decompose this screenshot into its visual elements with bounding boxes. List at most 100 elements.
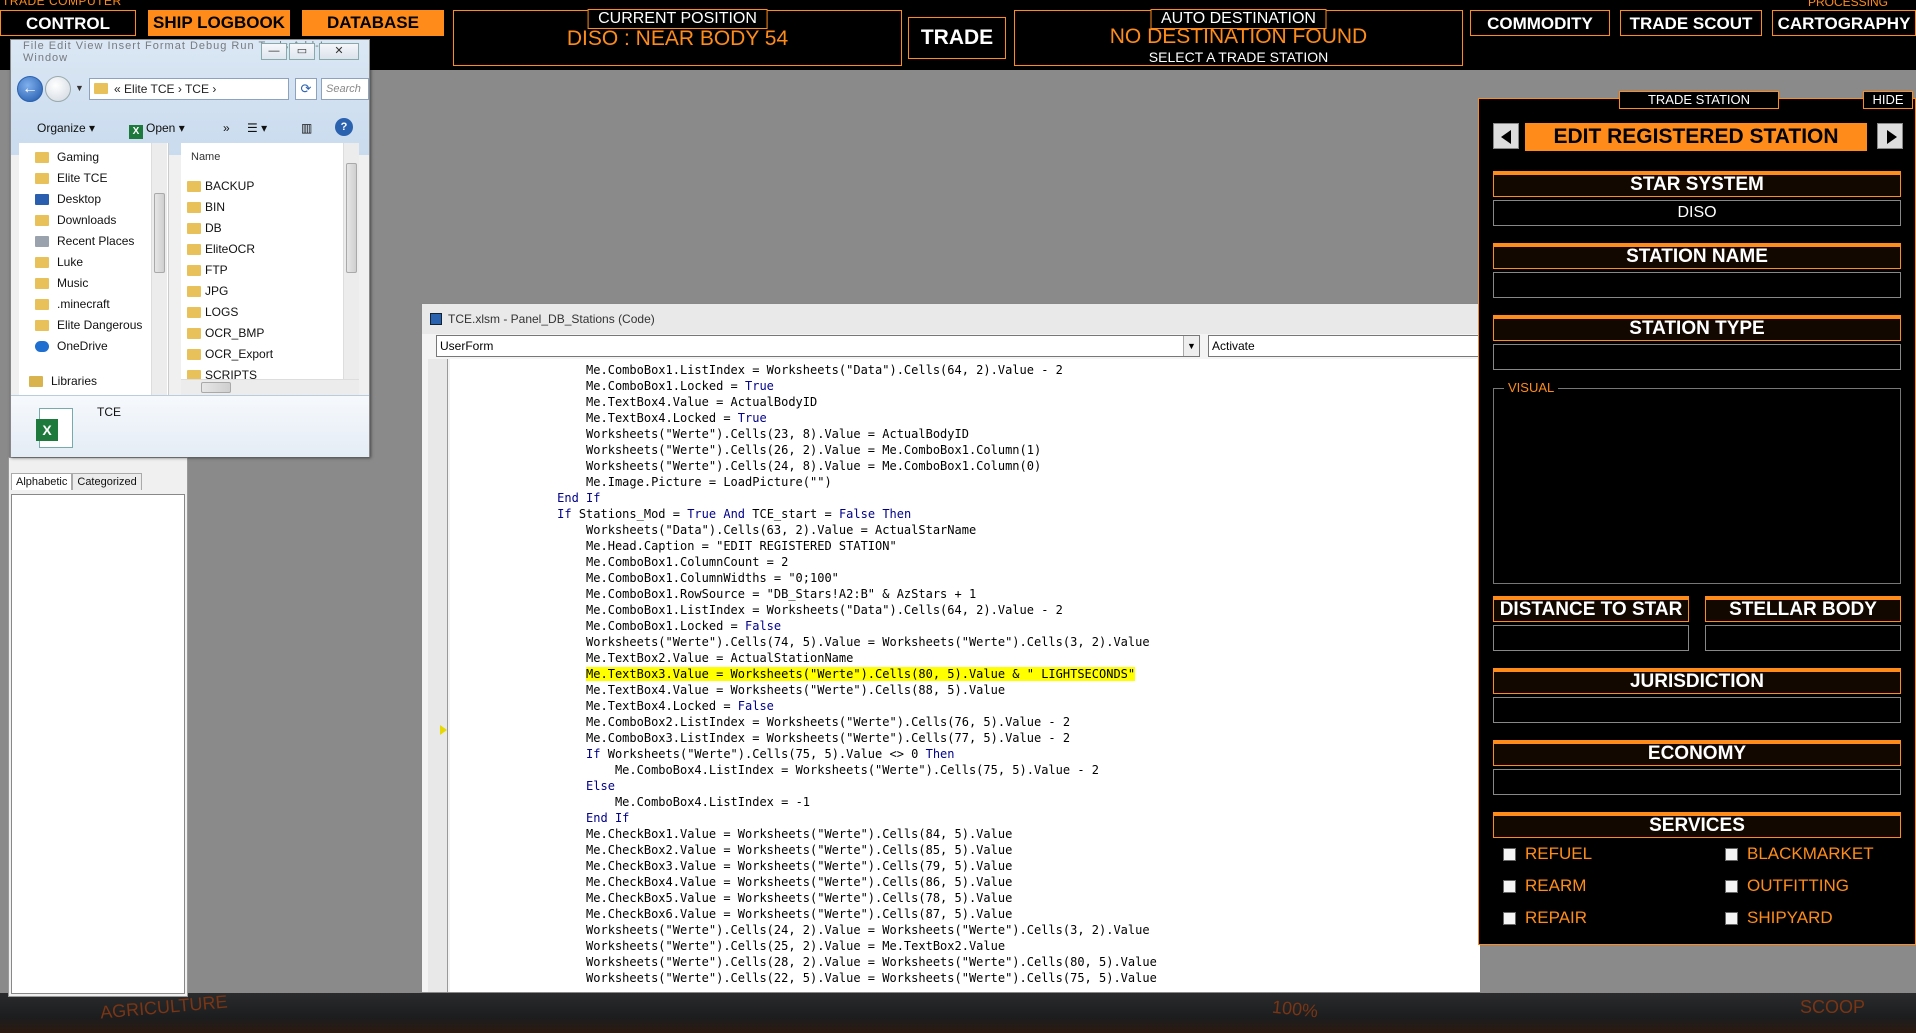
nav-pane-scroll-thumb[interactable]: [154, 193, 165, 273]
name-column-header[interactable]: Name: [191, 151, 220, 163]
file-list-scroll-thumb[interactable]: [346, 163, 357, 273]
code-line[interactable]: Me.CheckBox3.Value = Worksheets("Werte")…: [456, 858, 1157, 874]
nav-pane-scrollbar[interactable]: [151, 143, 167, 395]
code-line[interactable]: Me.CheckBox6.Value = Worksheets("Werte")…: [456, 906, 1157, 922]
file-item-ocr-export[interactable]: OCR_Export: [187, 344, 273, 364]
object-combobox[interactable]: UserForm ▼: [436, 335, 1200, 357]
code-line[interactable]: Worksheets("Data").Cells(63, 2).Value = …: [456, 522, 1157, 538]
maximize-button[interactable]: ▭: [289, 43, 315, 60]
hide-button[interactable]: HIDE: [1863, 91, 1913, 109]
repair-checkbox[interactable]: REPAIR: [1503, 908, 1587, 928]
outfitting-checkbox[interactable]: OUTFITTING: [1725, 876, 1849, 896]
nav-item-desktop[interactable]: Desktop: [35, 189, 101, 209]
properties-list[interactable]: [11, 494, 185, 994]
recent-locations-chevron-icon[interactable]: ▼: [75, 83, 84, 93]
code-line[interactable]: Me.CheckBox4.Value = Worksheets("Werte")…: [456, 874, 1157, 890]
file-item-eliteocr[interactable]: EliteOCR: [187, 239, 255, 259]
more-commands-button[interactable]: »: [223, 121, 230, 135]
code-line[interactable]: Worksheets("Werte").Cells(25, 2).Value =…: [456, 938, 1157, 954]
code-line[interactable]: Me.CheckBox5.Value = Worksheets("Werte")…: [456, 890, 1157, 906]
code-line[interactable]: Worksheets("Werte").Cells(22, 5).Value =…: [456, 970, 1157, 986]
code-line[interactable]: Worksheets("Werte").Cells(23, 8).Value =…: [456, 426, 1157, 442]
file-item-backup[interactable]: BACKUP: [187, 176, 254, 196]
nav-item-music[interactable]: Music: [35, 273, 88, 293]
distance-to-star-field[interactable]: [1493, 625, 1689, 651]
nav-cartography-button[interactable]: CARTOGRAPHY: [1772, 10, 1916, 36]
previous-arrow-icon[interactable]: [1493, 123, 1519, 149]
code-line[interactable]: Worksheets("Werte").Cells(74, 5).Value =…: [456, 634, 1157, 650]
nav-item-elite-tce[interactable]: Elite TCE: [35, 168, 107, 188]
nav-item-downloads[interactable]: Downloads: [35, 210, 116, 230]
code-line[interactable]: Worksheets("Werte").Cells(28, 2).Value =…: [456, 954, 1157, 970]
code-line[interactable]: Worksheets("Werte").Cells(24, 8).Value =…: [456, 458, 1157, 474]
file-item-bin[interactable]: BIN: [187, 197, 225, 217]
code-line[interactable]: Me.ComboBox1.ListIndex = Worksheets("Dat…: [456, 602, 1157, 618]
refuel-checkbox[interactable]: REFUEL: [1503, 844, 1592, 864]
code-line[interactable]: Me.ComboBox1.ColumnCount = 2: [456, 554, 1157, 570]
organize-button[interactable]: Organize ▾: [37, 121, 95, 135]
breadcrumb-tce[interactable]: TCE: [185, 82, 209, 96]
nav-database-button[interactable]: DATABASE: [302, 10, 444, 36]
star-system-field[interactable]: DISO: [1493, 200, 1901, 226]
file-item-jpg[interactable]: JPG: [187, 281, 228, 301]
nav-ship-logbook-button[interactable]: SHIP LOGBOOK: [148, 10, 290, 36]
nav-control-button[interactable]: CONTROL: [0, 10, 136, 36]
code-line[interactable]: Worksheets("Werte").Cells(24, 2).Value =…: [456, 922, 1157, 938]
breadcrumb-elite-tce[interactable]: Elite TCE: [124, 82, 174, 96]
code-line[interactable]: Worksheets("Werte").Cells(26, 2).Value =…: [456, 442, 1157, 458]
code-line[interactable]: Me.ComboBox1.Locked = False: [456, 618, 1157, 634]
preview-pane-icon[interactable]: ▥: [301, 121, 312, 135]
nav-item-recent-places[interactable]: Recent Places: [35, 231, 134, 251]
nav-item-elite-dangerous[interactable]: Elite Dangerous: [35, 315, 142, 335]
code-line[interactable]: Me.ComboBox1.Locked = True: [456, 378, 1157, 394]
economy-field[interactable]: [1493, 769, 1901, 795]
file-list-hscrollbar[interactable]: [181, 379, 359, 395]
close-button[interactable]: ✕: [319, 43, 359, 60]
code-line[interactable]: Me.ComboBox1.ColumnWidths = "0;100": [456, 570, 1157, 586]
code-line[interactable]: Me.ComboBox1.RowSource = "DB_Stars!A2:B"…: [456, 586, 1157, 602]
code-line[interactable]: Me.ComboBox1.ListIndex = Worksheets("Dat…: [456, 362, 1157, 378]
file-list-hscroll-thumb[interactable]: [201, 382, 231, 393]
blackmarket-checkbox[interactable]: BLACKMARKET: [1725, 844, 1874, 864]
nav-item-libraries[interactable]: Libraries: [29, 371, 97, 391]
procedure-combobox[interactable]: Activate: [1208, 335, 1480, 357]
nav-item-luke[interactable]: Luke: [35, 252, 83, 272]
code-line[interactable]: Me.TextBox4.Locked = True: [456, 410, 1157, 426]
code-line[interactable]: Me.TextBox3.Value = Worksheets("Werte").…: [456, 666, 1157, 682]
code-line[interactable]: Me.ComboBox4.ListIndex = Worksheets("Wer…: [456, 762, 1157, 778]
refresh-icon[interactable]: ⟳: [295, 78, 317, 100]
nav-commodity-button[interactable]: COMMODITY: [1470, 10, 1610, 36]
code-line[interactable]: Me.TextBox2.Value = ActualStationName: [456, 650, 1157, 666]
file-item-ftp[interactable]: FTP: [187, 260, 228, 280]
code-line[interactable]: If Worksheets("Werte").Cells(75, 5).Valu…: [456, 746, 1157, 762]
file-item-db[interactable]: DB: [187, 218, 222, 238]
file-list-scrollbar[interactable]: [343, 143, 359, 379]
nav-item-onedrive[interactable]: OneDrive: [35, 336, 108, 356]
code-line[interactable]: End If: [456, 490, 1157, 506]
code-line[interactable]: Else: [456, 778, 1157, 794]
station-name-field[interactable]: [1493, 272, 1901, 298]
nav-item-gaming[interactable]: Gaming: [35, 147, 99, 167]
tab-categorized[interactable]: Categorized: [72, 473, 142, 490]
stellar-body-field[interactable]: [1705, 625, 1901, 651]
station-type-field[interactable]: [1493, 344, 1901, 370]
chevron-down-icon[interactable]: ▼: [1183, 336, 1199, 356]
help-icon[interactable]: ?: [335, 118, 353, 136]
code-editor[interactable]: Me.ComboBox1.ListIndex = Worksheets("Dat…: [450, 359, 1480, 992]
open-button[interactable]: X Open ▾: [129, 121, 185, 139]
code-line[interactable]: End If: [456, 810, 1157, 826]
next-arrow-icon[interactable]: [1877, 123, 1903, 149]
nav-item-minecraft[interactable]: .minecraft: [35, 294, 110, 314]
trade-button[interactable]: TRADE: [908, 17, 1006, 59]
code-line[interactable]: Me.CheckBox1.Value = Worksheets("Werte")…: [456, 826, 1157, 842]
code-line[interactable]: Me.Image.Picture = LoadPicture(""): [456, 474, 1157, 490]
nav-trade-scout-button[interactable]: TRADE SCOUT: [1620, 10, 1762, 36]
file-item-ocr-bmp[interactable]: OCR_BMP: [187, 323, 264, 343]
address-bar[interactable]: « Elite TCE › TCE ›: [89, 78, 289, 100]
code-line[interactable]: Me.TextBox4.Value = Worksheets("Werte").…: [456, 682, 1157, 698]
code-line[interactable]: Me.CheckBox2.Value = Worksheets("Werte")…: [456, 842, 1157, 858]
shipyard-checkbox[interactable]: SHIPYARD: [1725, 908, 1833, 928]
code-line[interactable]: Me.ComboBox3.ListIndex = Worksheets("Wer…: [456, 730, 1157, 746]
code-line[interactable]: Me.TextBox4.Value = ActualBodyID: [456, 394, 1157, 410]
back-arrow-icon[interactable]: ←: [17, 76, 43, 102]
